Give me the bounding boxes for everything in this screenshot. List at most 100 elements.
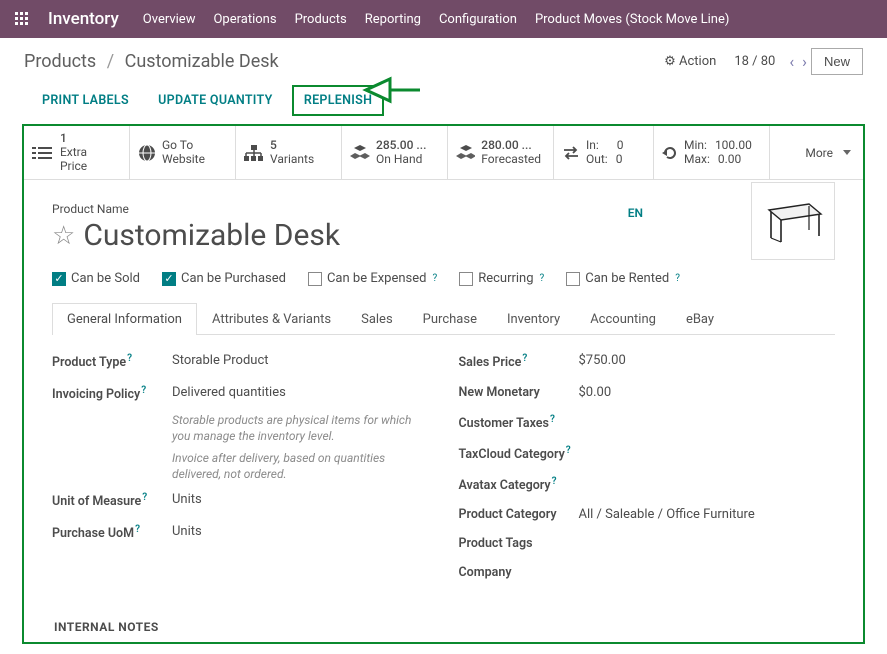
- checkbox-icon: ✓: [162, 272, 176, 286]
- stat-in-label: In:: [586, 139, 599, 153]
- help-icon[interactable]: ?: [552, 476, 557, 487]
- cb-can-be-sold[interactable]: ✓Can be Sold: [52, 271, 140, 286]
- tab-sales[interactable]: Sales: [346, 303, 408, 335]
- tab-inventory[interactable]: Inventory: [492, 303, 575, 335]
- action-label: Action: [679, 54, 716, 69]
- company-value[interactable]: [579, 565, 836, 580]
- avatax-category-value[interactable]: [579, 476, 836, 493]
- product-type-label: Product Type?: [52, 353, 172, 370]
- action-dropdown[interactable]: ⚙ Action: [664, 54, 716, 69]
- annotation-arrow-icon: [360, 67, 424, 117]
- new-button[interactable]: New: [811, 48, 863, 75]
- nav-reporting[interactable]: Reporting: [365, 12, 421, 27]
- stat-min-value: 100.00: [715, 139, 752, 153]
- help-icon[interactable]: ?: [141, 385, 146, 396]
- tab-attributes-variants[interactable]: Attributes & Variants: [197, 303, 346, 335]
- form-body: Product Name ☆ Customizable Desk EN ✓Can…: [24, 180, 863, 642]
- cb-can-be-purchased[interactable]: ✓Can be Purchased: [162, 271, 286, 286]
- header-buttons: PRINT LABELS UPDATE QUANTITY REPLENISH: [0, 75, 887, 124]
- help-icon[interactable]: ?: [142, 492, 147, 503]
- nav-operations[interactable]: Operations: [213, 12, 276, 27]
- sales-price-value[interactable]: $750.00: [579, 353, 836, 370]
- customer-taxes-label: Customer Taxes?: [459, 414, 579, 431]
- stat-in-value: 0: [617, 139, 624, 153]
- stat-extra-price[interactable]: 1Extra Price: [24, 126, 130, 179]
- stat-onhand[interactable]: 285.00 ...On Hand: [342, 126, 448, 179]
- pager-next-icon[interactable]: ›: [798, 52, 811, 71]
- checkbox-icon: [308, 272, 322, 286]
- caret-down-icon: [843, 150, 851, 155]
- customer-taxes-value[interactable]: [579, 414, 836, 431]
- nav-overview[interactable]: Overview: [143, 12, 196, 27]
- tabs: General Information Attributes & Variant…: [52, 302, 835, 335]
- pager-prev-icon[interactable]: ‹: [785, 52, 798, 71]
- tab-purchase[interactable]: Purchase: [408, 303, 492, 335]
- stat-variants-num: 5: [270, 139, 314, 153]
- help-icon[interactable]: ?: [135, 524, 140, 535]
- breadcrumb: Products / Customizable Desk: [24, 51, 664, 72]
- help-icon[interactable]: ?: [127, 353, 132, 364]
- cb-rented-label: Can be Rented: [585, 271, 669, 286]
- breadcrumb-sep: /: [107, 51, 114, 72]
- new-monetary-label: New Monetary: [459, 385, 579, 400]
- favorite-star-icon[interactable]: ☆: [52, 221, 75, 251]
- cb-can-be-expensed[interactable]: Can be Expensed?: [308, 271, 437, 286]
- update-quantity-button[interactable]: UPDATE QUANTITY: [148, 87, 282, 114]
- stat-website[interactable]: Go ToWebsite: [130, 126, 236, 179]
- taxcloud-category-label: TaxCloud Category?: [459, 445, 579, 462]
- stat-variants[interactable]: 5Variants: [236, 126, 342, 179]
- checkbox-icon: ✓: [52, 272, 66, 286]
- tab-ebay[interactable]: eBay: [671, 303, 729, 335]
- left-column: Product Type?Storable Product Invoicing …: [52, 353, 429, 594]
- help-icon[interactable]: ?: [550, 414, 555, 425]
- top-nav: Inventory Overview Operations Products R…: [0, 0, 887, 38]
- stat-forecast-label: Forecasted: [481, 153, 541, 167]
- uom-value[interactable]: Units: [172, 492, 429, 509]
- stat-out-label: Out:: [586, 153, 608, 167]
- print-labels-button[interactable]: PRINT LABELS: [32, 87, 139, 114]
- product-image[interactable]: [751, 182, 835, 260]
- apps-icon[interactable]: [14, 11, 30, 27]
- product-tags-label: Product Tags: [459, 536, 579, 551]
- stat-forecast[interactable]: 280.00 ...Forecasted: [448, 126, 554, 179]
- stat-onhand-num: 285.00 ...: [376, 139, 426, 153]
- help-icon[interactable]: ?: [522, 353, 527, 364]
- help-icon[interactable]: ?: [432, 273, 437, 284]
- nav-products[interactable]: Products: [295, 12, 347, 27]
- uom-label: Unit of Measure?: [52, 492, 172, 509]
- stat-inout[interactable]: In:0 Out:0: [554, 126, 654, 179]
- help-icon[interactable]: ?: [540, 273, 545, 284]
- product-category-value[interactable]: All / Saleable / Office Furniture: [579, 507, 836, 522]
- stat-forecast-num: 280.00 ...: [481, 139, 541, 153]
- brand[interactable]: Inventory: [48, 9, 119, 29]
- tab-accounting[interactable]: Accounting: [575, 303, 671, 335]
- product-type-value[interactable]: Storable Product: [172, 353, 429, 370]
- taxcloud-category-value[interactable]: [579, 445, 836, 462]
- breadcrumb-root[interactable]: Products: [24, 51, 96, 72]
- purchase-uom-label: Purchase UoM?: [52, 524, 172, 541]
- language-button[interactable]: EN: [628, 206, 643, 220]
- nav-product-moves[interactable]: Product Moves (Stock Move Line): [535, 12, 729, 27]
- purchase-uom-value[interactable]: Units: [172, 524, 429, 541]
- stat-website-l1: Go To: [162, 139, 205, 153]
- product-tags-value[interactable]: [579, 536, 836, 551]
- breadcrumb-current: Customizable Desk: [125, 51, 279, 72]
- product-name[interactable]: Customizable Desk: [83, 218, 340, 253]
- cb-recurring[interactable]: Recurring?: [459, 271, 544, 286]
- list-icon: [32, 145, 54, 161]
- nav-configuration[interactable]: Configuration: [439, 12, 517, 27]
- pager[interactable]: 18 / 80: [734, 54, 775, 69]
- new-monetary-value[interactable]: $0.00: [579, 385, 836, 400]
- stat-more-label: More: [805, 146, 833, 160]
- stat-more[interactable]: More: [797, 126, 863, 179]
- hint-storable: Storable products are physical items for…: [172, 412, 429, 444]
- cb-can-be-rented[interactable]: Can be Rented?: [566, 271, 680, 286]
- invoicing-policy-value[interactable]: Delivered quantities: [172, 385, 429, 402]
- tab-general-information[interactable]: General Information: [52, 303, 197, 335]
- refresh-icon: [662, 145, 678, 161]
- help-icon[interactable]: ?: [675, 273, 680, 284]
- stat-minmax[interactable]: Min:100.00 Max:0.00: [654, 126, 770, 179]
- help-icon[interactable]: ?: [566, 445, 571, 456]
- globe-icon: [138, 144, 156, 162]
- cb-expensed-label: Can be Expensed: [327, 271, 427, 286]
